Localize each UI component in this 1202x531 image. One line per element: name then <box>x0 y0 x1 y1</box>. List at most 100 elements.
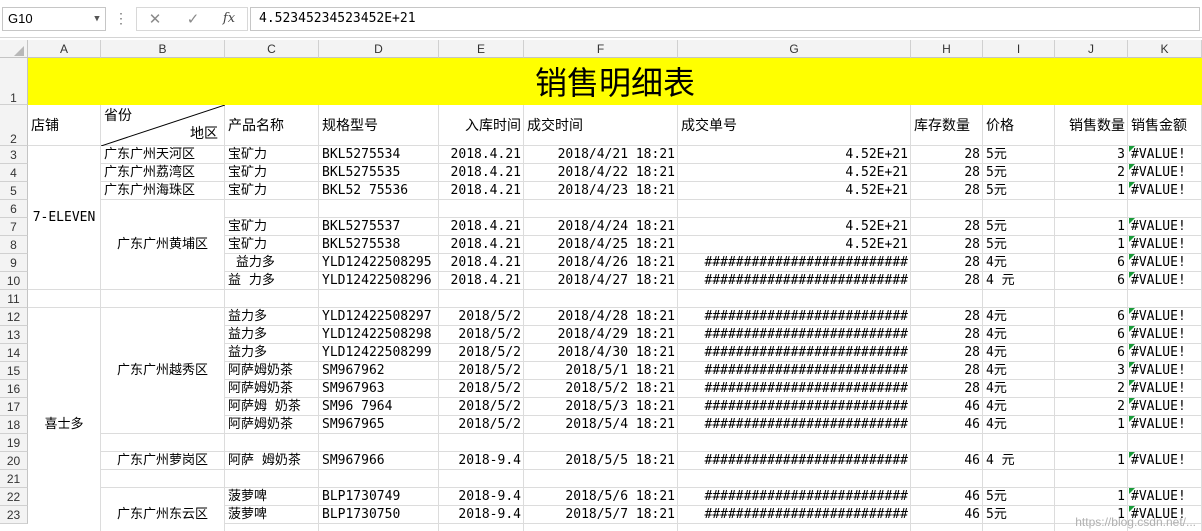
header-in-date[interactable]: 入库时间 <box>439 117 524 137</box>
column-header-j[interactable]: J <box>1055 40 1128 58</box>
cell-j15[interactable]: 3 <box>1055 362 1128 380</box>
cell-i20[interactable]: 4 元 <box>983 452 1055 470</box>
row-header-21[interactable]: 21 <box>0 470 28 488</box>
cell-d3[interactable]: BKL5275534 <box>319 146 439 164</box>
cell-c5[interactable]: 宝矿力 <box>225 182 319 200</box>
cell-i3[interactable]: 5元 <box>983 146 1055 164</box>
cell-k4[interactable]: #VALUE! <box>1128 164 1202 182</box>
cell-j17[interactable]: 2 <box>1055 398 1128 416</box>
insert-function-icon[interactable]: fx <box>214 7 244 31</box>
sheet-title[interactable]: 销售明细表 <box>28 58 1202 105</box>
cell-c7[interactable]: 宝矿力 <box>225 218 319 236</box>
header-deal-time[interactable]: 成交时间 <box>524 117 678 137</box>
cell-h20[interactable]: 46 <box>911 452 983 470</box>
row-header-6[interactable]: 6 <box>0 200 28 218</box>
cell-h12[interactable]: 28 <box>911 308 983 326</box>
more-icon[interactable]: ⋮ <box>114 7 128 31</box>
row-header-20[interactable]: 20 <box>0 452 28 470</box>
cell-j14[interactable]: 6 <box>1055 344 1128 362</box>
header-product[interactable]: 产品名称 <box>225 117 319 137</box>
cell-a12-store[interactable]: 喜士多 <box>28 308 100 531</box>
cell-j4[interactable]: 2 <box>1055 164 1128 182</box>
cell-g18[interactable]: ########################## <box>678 416 911 434</box>
cell-e4[interactable]: 2018.4.21 <box>439 164 524 182</box>
cell-f23[interactable]: 2018/5/7 18:21 <box>524 506 678 524</box>
cell-k13[interactable]: #VALUE! <box>1128 326 1202 344</box>
cell-h8[interactable]: 28 <box>911 236 983 254</box>
cell-f13[interactable]: 2018/4/29 18:21 <box>524 326 678 344</box>
cell-i5[interactable]: 5元 <box>983 182 1055 200</box>
cell-g14[interactable]: ########################## <box>678 344 911 362</box>
header-spec[interactable]: 规格型号 <box>319 117 439 137</box>
row-header-1[interactable]: 1 <box>0 58 28 105</box>
row-header-11[interactable]: 11 <box>0 290 28 308</box>
column-header-h[interactable]: H <box>911 40 983 58</box>
cell-i8[interactable]: 5元 <box>983 236 1055 254</box>
row-header-15[interactable]: 15 <box>0 362 28 380</box>
row-header-10[interactable]: 10 <box>0 272 28 290</box>
cell-f17[interactable]: 2018/5/3 18:21 <box>524 398 678 416</box>
cell-e14[interactable]: 2018/5/2 <box>439 344 524 362</box>
cell-k3[interactable]: #VALUE! <box>1128 146 1202 164</box>
cell-g3[interactable]: 4.52E+21 <box>678 146 911 164</box>
cell-k22[interactable]: #VALUE! <box>1128 488 1202 506</box>
cell-d12[interactable]: YLD12422508297 <box>319 308 439 326</box>
cell-g9[interactable]: ########################## <box>678 254 911 272</box>
cell-e3[interactable]: 2018.4.21 <box>439 146 524 164</box>
row-header-5[interactable]: 5 <box>0 182 28 200</box>
cell-d9[interactable]: YLD12422508295 <box>319 254 439 272</box>
cell-g10[interactable]: ########################## <box>678 272 911 290</box>
row-header-16[interactable]: 16 <box>0 380 28 398</box>
cell-j3[interactable]: 3 <box>1055 146 1128 164</box>
cell-i18[interactable]: 4元 <box>983 416 1055 434</box>
cell-c12[interactable]: 益力多 <box>225 308 319 326</box>
row-header-8[interactable]: 8 <box>0 236 28 254</box>
cell-c17[interactable]: 阿萨姆 奶茶 <box>225 398 319 416</box>
row-header-2[interactable]: 2 <box>0 105 28 146</box>
row-header-4[interactable]: 4 <box>0 164 28 182</box>
cell-k9[interactable]: #VALUE! <box>1128 254 1202 272</box>
cell-i15[interactable]: 4元 <box>983 362 1055 380</box>
cell-i13[interactable]: 4元 <box>983 326 1055 344</box>
cell-c13[interactable]: 益力多 <box>225 326 319 344</box>
formula-input[interactable]: 4.52345234523452E+21 <box>250 7 1200 31</box>
cell-g20[interactable]: ########################## <box>678 452 911 470</box>
cell-b6-area[interactable]: 广东广州黄埔区 <box>101 200 224 289</box>
cell-c15[interactable]: 阿萨姆奶茶 <box>225 362 319 380</box>
cell-f3[interactable]: 2018/4/21 18:21 <box>524 146 678 164</box>
cell-e13[interactable]: 2018/5/2 <box>439 326 524 344</box>
cell-k10[interactable]: #VALUE! <box>1128 272 1202 290</box>
cell-k15[interactable]: #VALUE! <box>1128 362 1202 380</box>
column-header-f[interactable]: F <box>524 40 678 58</box>
cell-e12[interactable]: 2018/5/2 <box>439 308 524 326</box>
column-header-a[interactable]: A <box>28 40 101 58</box>
cell-f15[interactable]: 2018/5/1 18:21 <box>524 362 678 380</box>
cell-b5[interactable]: 广东广州海珠区 <box>101 182 225 200</box>
cell-d16[interactable]: SM967963 <box>319 380 439 398</box>
cell-e18[interactable]: 2018/5/2 <box>439 416 524 434</box>
column-header-b[interactable]: B <box>101 40 225 58</box>
header-store[interactable]: 店铺 <box>28 117 101 137</box>
cell-d20[interactable]: SM967966 <box>319 452 439 470</box>
cell-f22[interactable]: 2018/5/6 18:21 <box>524 488 678 506</box>
cell-f18[interactable]: 2018/5/4 18:21 <box>524 416 678 434</box>
cell-g8[interactable]: 4.52E+21 <box>678 236 911 254</box>
header-price[interactable]: 价格 <box>983 117 1055 137</box>
cancel-icon[interactable]: ✕ <box>138 7 172 31</box>
cell-g5[interactable]: 4.52E+21 <box>678 182 911 200</box>
cell-g12[interactable]: ########################## <box>678 308 911 326</box>
cell-e15[interactable]: 2018/5/2 <box>439 362 524 380</box>
cell-f4[interactable]: 2018/4/22 18:21 <box>524 164 678 182</box>
cell-j18[interactable]: 1 <box>1055 416 1128 434</box>
check-icon[interactable]: ✓ <box>176 7 210 31</box>
cell-k16[interactable]: #VALUE! <box>1128 380 1202 398</box>
cell-f5[interactable]: 2018/4/23 18:21 <box>524 182 678 200</box>
cell-g22[interactable]: ########################## <box>678 488 911 506</box>
cell-b3[interactable]: 广东广州天河区 <box>101 146 225 164</box>
column-header-k[interactable]: K <box>1128 40 1202 58</box>
cell-h10[interactable]: 28 <box>911 272 983 290</box>
cell-c9[interactable]: 益力多 <box>225 254 319 272</box>
cell-i17[interactable]: 4元 <box>983 398 1055 416</box>
row-header-3[interactable]: 3 <box>0 146 28 164</box>
cell-d7[interactable]: BKL5275537 <box>319 218 439 236</box>
